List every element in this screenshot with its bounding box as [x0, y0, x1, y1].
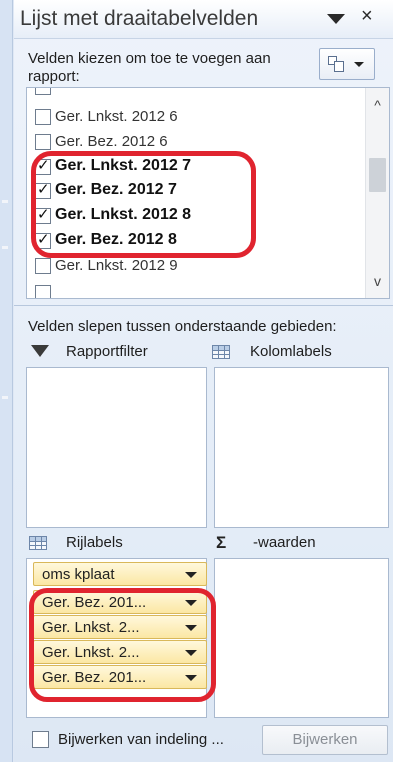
field-label: Ger. Bez. 2012 7 — [55, 181, 177, 198]
field-label: Ger. Bez. 2012 8 — [55, 231, 177, 248]
sigma-icon: Σ — [216, 533, 227, 552]
field-layout-icon — [328, 56, 344, 72]
row-field-label: Ger. Lnkst. 2... — [42, 644, 140, 661]
values-drop-area[interactable] — [214, 558, 389, 718]
defer-update-label: Bijwerken van indeling ... — [58, 731, 224, 748]
edge-notch — [2, 200, 8, 203]
chevron-down-icon — [354, 62, 364, 67]
check-icon: ✓ — [37, 206, 50, 223]
report-filter-label: Rapportfilter — [66, 343, 148, 360]
field-label: Ger. Lnkst. 2012 7 — [55, 157, 192, 174]
field-layout-button[interactable] — [319, 48, 375, 80]
close-icon[interactable]: × — [361, 6, 373, 26]
field-checkbox[interactable] — [35, 109, 51, 125]
update-button[interactable]: Bijwerken — [262, 725, 388, 755]
row-field-label: Ger. Bez. 201... — [42, 594, 147, 611]
row-field-label: Ger. Lnkst. 2... — [42, 619, 140, 636]
pivot-field-list-panel: Lijst met draaitabelvelden × Velden kiez… — [14, 0, 393, 762]
field-checkbox[interactable] — [35, 285, 51, 298]
field-label: Ger. Lnkst. 2012 6 — [55, 108, 178, 125]
field-item[interactable]: ✓ Ger. Bez. 2012 8 — [27, 230, 363, 254]
row-labels-icon — [29, 536, 47, 550]
report-filter-drop-area[interactable] — [26, 367, 207, 528]
field-item[interactable]: ✓ Ger. Bez. 2012 7 — [27, 180, 363, 204]
field-item[interactable]: ✓ Ger. Lnkst. 2012 8 — [27, 205, 363, 229]
column-labels-icon — [212, 345, 230, 359]
field-item[interactable]: ✓ Ger. Lnkst. 2012 7 — [27, 156, 363, 180]
field-item[interactable]: Ger. Bez. 2012 6 — [27, 131, 363, 155]
panel-title: Lijst met draaitabelvelden — [20, 7, 259, 30]
field-checkbox[interactable]: ✓ — [35, 206, 51, 224]
row-field-label: Ger. Bez. 201... — [42, 669, 147, 686]
check-icon: ✓ — [37, 181, 50, 198]
row-field-label: oms kplaat — [42, 566, 115, 583]
row-labels-label: Rijlabels — [66, 534, 123, 551]
field-list-scrollbar[interactable]: ^ v — [365, 88, 389, 298]
row-field-chip[interactable]: Ger. Lnkst. 2... — [33, 615, 207, 639]
field-item[interactable]: Ger. Lnkst. 2012 6 — [27, 106, 363, 130]
field-checkbox[interactable]: ✓ — [35, 231, 51, 249]
field-item[interactable] — [27, 271, 363, 298]
column-labels-label: Kolomlabels — [250, 343, 332, 360]
field-checkbox[interactable]: ✓ — [35, 181, 51, 199]
panel-menu-arrow-icon[interactable] — [327, 14, 345, 24]
choose-fields-instruction: Velden kiezen om toe te voegen aan rappo… — [28, 50, 271, 85]
check-icon: ✓ — [37, 231, 50, 248]
row-field-chip[interactable]: oms kplaat — [33, 562, 207, 586]
scrollbar-thumb[interactable] — [369, 158, 386, 192]
values-label: -waarden — [253, 534, 316, 551]
defer-update-checkbox[interactable] — [32, 731, 49, 748]
chevron-down-icon[interactable] — [185, 650, 197, 656]
drag-fields-instruction: Velden slepen tussen onderstaande gebied… — [28, 318, 337, 335]
section-splitter[interactable] — [14, 305, 393, 306]
field-checkbox[interactable] — [35, 134, 51, 150]
filter-icon — [31, 345, 49, 357]
field-checkbox[interactable] — [35, 88, 51, 95]
field-list: Ger. Lnkst. 2012 6 Ger. Bez. 2012 6 ✓ Ge… — [26, 87, 390, 299]
field-label: Ger. Bez. 2012 6 — [55, 133, 168, 150]
window-edge — [0, 0, 13, 762]
row-field-chip[interactable]: Ger. Bez. 201... — [33, 665, 207, 689]
field-checkbox[interactable]: ✓ — [35, 157, 51, 175]
scroll-down-icon[interactable]: v — [366, 270, 389, 292]
edge-notch — [2, 396, 8, 399]
row-field-chip[interactable]: Ger. Bez. 201... — [33, 590, 207, 614]
column-labels-drop-area[interactable] — [214, 367, 389, 528]
panel-title-bar: Lijst met draaitabelvelden × — [14, 0, 393, 39]
chevron-down-icon[interactable] — [185, 625, 197, 631]
row-field-chip[interactable]: Ger. Lnkst. 2... — [33, 640, 207, 664]
chevron-down-icon[interactable] — [185, 675, 197, 681]
chevron-down-icon[interactable] — [185, 572, 197, 578]
field-label: Ger. Lnkst. 2012 8 — [55, 206, 192, 223]
edge-notch — [2, 246, 8, 249]
scroll-up-icon[interactable]: ^ — [366, 94, 389, 116]
chevron-down-icon[interactable] — [185, 600, 197, 606]
check-icon: ✓ — [37, 157, 50, 174]
